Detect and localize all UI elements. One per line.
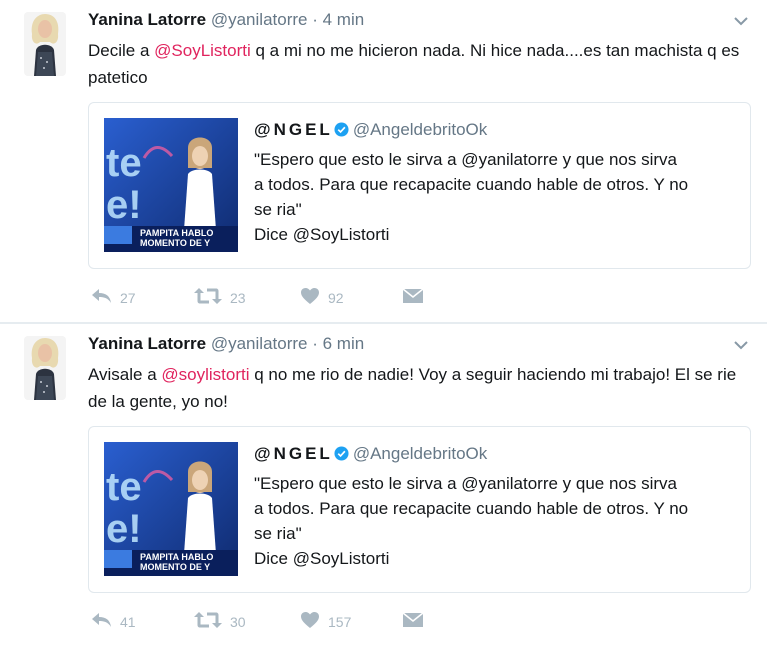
timestamp[interactable]: 4 min	[323, 10, 365, 29]
quoted-text-line: Dice @SoyListorti	[254, 549, 390, 568]
tweet[interactable]: Yanina Latorre @yanilatorre · 6 min Avis…	[0, 324, 767, 647]
like-icon	[300, 287, 320, 305]
tweet-text-start: Decile a	[88, 41, 155, 60]
like-count: 157	[328, 614, 352, 630]
author-name[interactable]: Yanina Latorre	[88, 10, 206, 29]
quoted-text-line: a todos. Para que recapacite cuando habl…	[254, 175, 689, 194]
chevron-down-icon[interactable]	[733, 338, 749, 350]
thumb-caption-1: PAMPITA HABLO	[140, 552, 213, 562]
quoted-text-line: "Espero que esto le sirva a @yanilatorre…	[254, 150, 677, 169]
tweet[interactable]: Yanina Latorre @yanilatorre · 4 min Deci…	[0, 0, 767, 322]
tweet-header: Yanina Latorre @yanilatorre · 6 min	[88, 334, 364, 354]
direct-message-button[interactable]	[402, 284, 424, 308]
author-handle[interactable]: @yanilatorre	[211, 334, 308, 353]
thumb-caption-2: MOMENTO DE Y	[140, 562, 210, 572]
quoted-text-line: a todos. Para que recapacite cuando habl…	[254, 499, 689, 518]
quoted-text-line: "Espero que esto le sirva a @yanilatorre…	[254, 474, 677, 493]
svg-text:e!: e!	[106, 183, 142, 227]
separator-dot: ·	[312, 334, 318, 353]
verified-icon	[334, 446, 349, 461]
retweet-button[interactable]: 30	[194, 608, 246, 632]
tweet-feed: Yanina Latorre @yanilatorre · 4 min Deci…	[0, 0, 767, 647]
verified-icon	[334, 122, 349, 137]
separator-dot: ·	[312, 10, 318, 29]
quoted-text-line: Dice @SoyListorti	[254, 225, 390, 244]
like-icon	[300, 611, 320, 629]
direct-message-icon	[402, 287, 424, 305]
like-button[interactable]: 157	[300, 608, 351, 632]
quoted-tweet-image: te e! PAMPITA HABLO MOMENTO DE Y	[104, 118, 238, 252]
svg-text:te: te	[106, 465, 142, 509]
quoted-author-name: @NGEL	[254, 444, 333, 463]
quoted-tweet[interactable]: te e! PAMPITA HABLO MOMENTO DE Y @NGEL @A…	[88, 426, 751, 593]
quoted-tweet-image: te e! PAMPITA HABLO MOMENTO DE Y	[104, 442, 238, 576]
quoted-tweet-text: "Espero que esto le sirva a @yanilatorre…	[254, 147, 734, 247]
retweet-count: 30	[230, 614, 246, 630]
timestamp[interactable]: 6 min	[323, 334, 365, 353]
retweet-icon	[194, 611, 222, 629]
quoted-author-handle: @AngeldebritoOk	[352, 120, 488, 139]
avatar[interactable]	[24, 336, 66, 400]
quoted-tweet[interactable]: te e! PAMPITA HABLO MOMENTO DE Y @NGEL @A…	[88, 102, 751, 269]
like-count: 92	[328, 290, 344, 306]
mention-link[interactable]: @soylistorti	[161, 365, 249, 384]
direct-message-icon	[402, 611, 424, 629]
reply-icon	[90, 611, 112, 629]
avatar[interactable]	[24, 12, 66, 76]
quoted-text-line: se ria"	[254, 200, 302, 219]
reply-button[interactable]: 41	[90, 608, 136, 632]
quoted-tweet-text: "Espero que esto le sirva a @yanilatorre…	[254, 471, 734, 571]
quoted-author-name: @NGEL	[254, 120, 333, 139]
tweet-text: Decile a @SoyListorti q a mi no me hicie…	[88, 37, 756, 91]
author-handle[interactable]: @yanilatorre	[211, 10, 308, 29]
chevron-down-icon[interactable]	[733, 14, 749, 26]
reply-count: 41	[120, 614, 136, 630]
retweet-count: 23	[230, 290, 246, 306]
thumb-caption-2: MOMENTO DE Y	[140, 238, 210, 248]
quoted-text-line: se ria"	[254, 524, 302, 543]
reply-icon	[90, 287, 112, 305]
quoted-tweet-header: @NGEL @AngeldebritoOk	[254, 444, 487, 464]
thumb-caption-1: PAMPITA HABLO	[140, 228, 213, 238]
tweet-header: Yanina Latorre @yanilatorre · 4 min	[88, 10, 364, 30]
author-name[interactable]: Yanina Latorre	[88, 334, 206, 353]
tweet-text: Avisale a @soylistorti q no me rio de na…	[88, 361, 756, 415]
direct-message-button[interactable]	[402, 608, 424, 632]
like-button[interactable]: 92	[300, 284, 344, 308]
tweet-actions: 27 23 92	[88, 284, 448, 308]
tweet-text-start: Avisale a	[88, 365, 162, 384]
mention-link[interactable]: @SoyListorti	[154, 41, 251, 60]
quoted-tweet-header: @NGEL @AngeldebritoOk	[254, 120, 487, 140]
retweet-icon	[194, 287, 222, 305]
reply-button[interactable]: 27	[90, 284, 136, 308]
retweet-button[interactable]: 23	[194, 284, 246, 308]
tweet-actions: 41 30 157	[88, 608, 448, 632]
reply-count: 27	[120, 290, 136, 306]
svg-text:te: te	[106, 141, 142, 185]
svg-text:e!: e!	[106, 507, 142, 551]
quoted-author-handle: @AngeldebritoOk	[352, 444, 488, 463]
